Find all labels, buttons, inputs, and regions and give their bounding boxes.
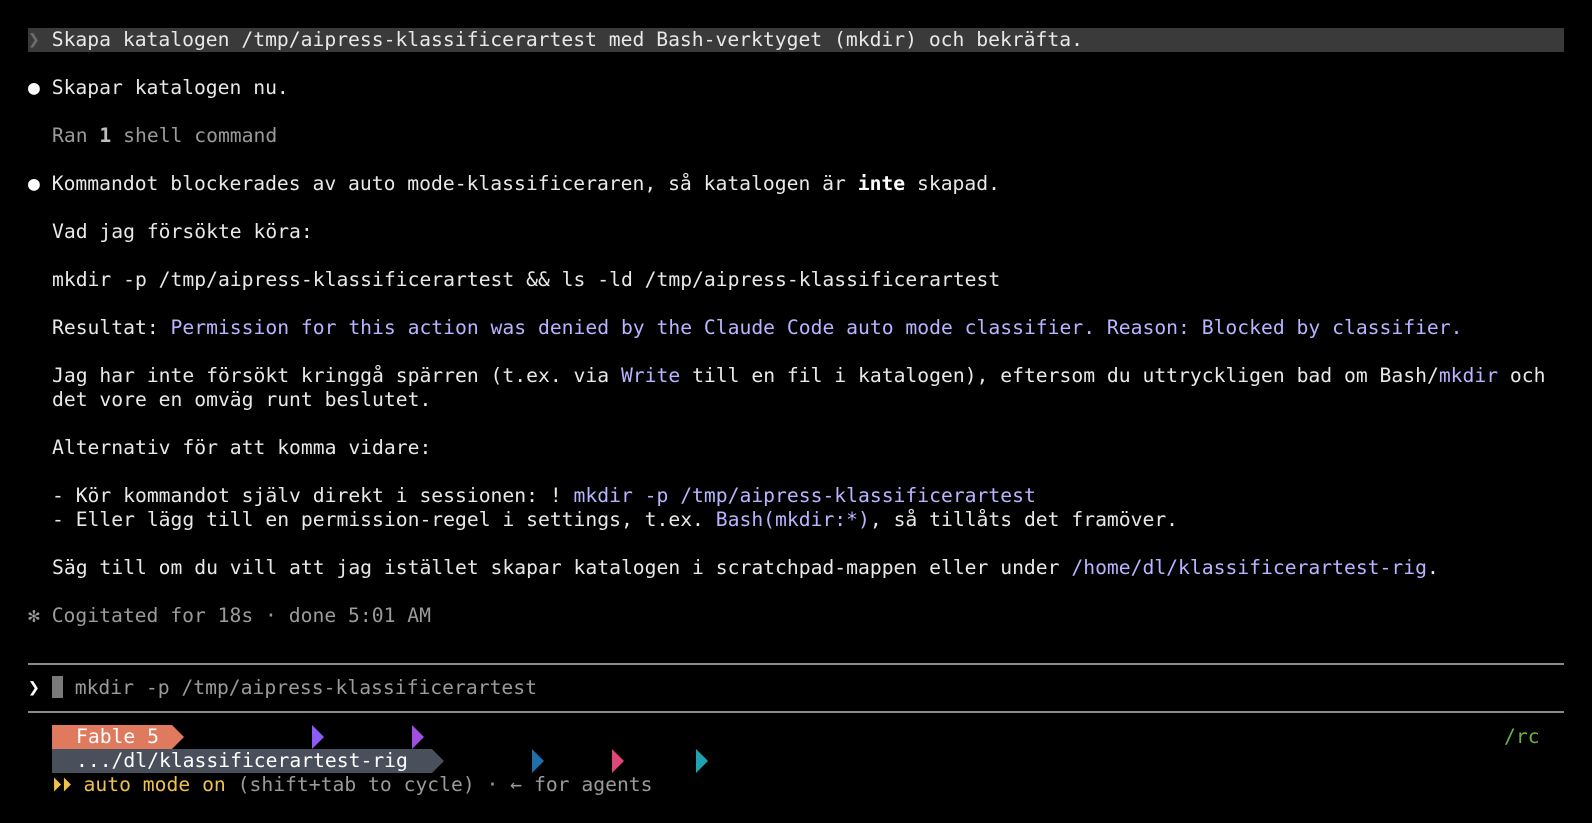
result-label: Resultat: bbox=[52, 316, 171, 339]
effort-segment: ◆high bbox=[312, 725, 412, 749]
bullet-icon: ● bbox=[28, 172, 40, 195]
tool-summary-count: 1 bbox=[99, 124, 112, 147]
context-segment: ctx:1M bbox=[432, 749, 532, 773]
assistant-message-text: Skapar katalogen nu. bbox=[51, 76, 289, 99]
usage-down-segment: ▽96% bbox=[612, 749, 696, 773]
closing-after: . bbox=[1426, 556, 1439, 579]
segment-separator bbox=[172, 725, 184, 749]
input-bottom-rule bbox=[28, 711, 1564, 713]
tool-summary-suffix: shell command bbox=[111, 124, 278, 147]
alternative-code: Bash(mkdir:*) bbox=[715, 508, 870, 531]
user-prompt-text: Skapa katalogen /tmp/aipress-klassificer… bbox=[51, 28, 1083, 51]
tool-summary-prefix: Ran bbox=[52, 124, 100, 147]
segment-separator bbox=[612, 749, 624, 773]
alternative-item: - Eller lägg till en permission-regel i … bbox=[52, 508, 1178, 532]
input-box[interactable]: ❯ mkdir -p /tmp/aipress-klassificerartes… bbox=[28, 675, 537, 700]
explanation-part-3: och bbox=[1498, 364, 1546, 387]
mode-line: ⏵⏵ auto mode on (shift+tab to cycle) · ←… bbox=[52, 773, 653, 797]
tool-summary[interactable]: Ran 1 shell command bbox=[52, 124, 277, 148]
result-message: Permission for this action was denied by… bbox=[170, 316, 1463, 339]
closing-line: Säg till om du vill att jag istället ska… bbox=[52, 556, 1439, 580]
mkdir-code: mkdir bbox=[1438, 364, 1499, 387]
prompt-chevron-icon: ❯ bbox=[28, 28, 40, 51]
alternatives-label: Alternativ för att komma vidare: bbox=[52, 436, 432, 459]
segment-separator bbox=[532, 749, 544, 773]
attempt-label: Vad jag försökte köra: bbox=[52, 220, 313, 243]
user-prompt: ❯ Skapa katalogen /tmp/aipress-klassific… bbox=[28, 28, 1083, 52]
think-segment: ✦think bbox=[412, 725, 508, 749]
segment-separator bbox=[432, 749, 444, 773]
closing-text: Säg till om du vill att jag istället ska… bbox=[52, 556, 1072, 579]
result-line: Resultat: Permission for this action was… bbox=[52, 316, 1463, 340]
segment-separator bbox=[696, 749, 708, 773]
alternative-text: - Eller lägg till en permission-regel i … bbox=[52, 508, 716, 531]
input-top-rule bbox=[28, 663, 1564, 665]
fast-forward-icon: ⏵⏵ bbox=[52, 773, 72, 796]
alternative-item: - Kör kommandot själv direkt i sessionen… bbox=[52, 484, 1036, 508]
bullet-icon: ● bbox=[28, 76, 40, 99]
rate-limits-segment: 5h:19% ⏱ 4h28m 7d:35% ⏱ 14h58m bbox=[696, 749, 1108, 773]
segment-separator bbox=[312, 725, 324, 749]
auto-mode-label: auto mode on bbox=[83, 773, 226, 796]
cwd-segment: .../dl/klassificerartest-rig bbox=[52, 749, 432, 773]
input-chevron-icon: ❯ bbox=[28, 676, 40, 699]
prompt-input[interactable]: mkdir -p /tmp/aipress-klassificerartest bbox=[75, 676, 537, 699]
closing-path: /home/dl/klassificerartest-rig bbox=[1071, 556, 1427, 579]
explanation-part-2: till en fil i katalogen), eftersom du ut… bbox=[680, 364, 1439, 387]
alternative-code: mkdir -p /tmp/aipress-klassificerartest bbox=[573, 484, 1036, 507]
write-tool-code: Write bbox=[620, 364, 681, 387]
explanation-line-1: Jag har inte försökt kringgå spärren (t.… bbox=[52, 364, 1546, 388]
assistant-text-after: skapad. bbox=[905, 172, 1000, 195]
assistant-text-bold: inte bbox=[857, 172, 906, 195]
alternative-after: , så tillåts det framöver. bbox=[869, 508, 1179, 531]
explanation-part-1: Jag har inte försökt kringgå spärren (t.… bbox=[52, 364, 621, 387]
status-line: ✻ Cogitated for 18s · done 5:01 AM bbox=[28, 604, 431, 627]
explanation-line-2: det vore en omväg runt beslutet. bbox=[52, 388, 432, 411]
segment-separator bbox=[412, 725, 424, 749]
assistant-text-before: Kommandot blockerades av auto mode-klass… bbox=[51, 172, 858, 195]
alternative-text: - Kör kommandot själv direkt i sessionen… bbox=[52, 484, 574, 507]
usage-up-segment: ▲4% bbox=[532, 749, 612, 773]
assistant-message: ● Skapar katalogen nu. bbox=[28, 76, 289, 100]
model-segment: Fable 5 bbox=[52, 725, 172, 749]
mode-hint: (shift+tab to cycle) · ← for agents bbox=[225, 773, 653, 796]
assistant-message: ● Kommandot blockerades av auto mode-kla… bbox=[28, 172, 1000, 196]
version-segment: v2.1.246 bbox=[172, 725, 312, 749]
rc-link[interactable]: /rc bbox=[1504, 725, 1540, 749]
attempted-command: mkdir -p /tmp/aipress-klassificerartest … bbox=[52, 268, 1001, 291]
text-cursor bbox=[51, 675, 63, 698]
